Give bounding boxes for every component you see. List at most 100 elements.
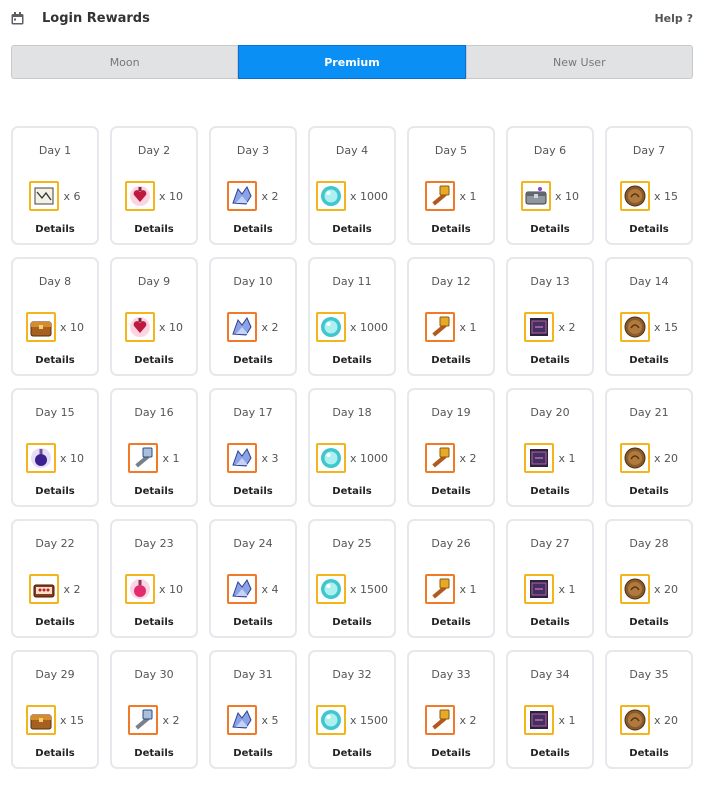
- item-frame[interactable]: [315, 574, 346, 604]
- item-frame[interactable]: [227, 181, 258, 211]
- reward-card: Day 14 x 15 Details: [605, 257, 693, 376]
- details-link[interactable]: Details: [508, 355, 592, 366]
- item-frame[interactable]: [619, 312, 650, 342]
- day-label: Day 29: [35, 668, 75, 681]
- tab-new-user[interactable]: New User: [465, 45, 693, 79]
- details-link[interactable]: Details: [211, 486, 295, 497]
- details-link[interactable]: Details: [211, 224, 295, 235]
- cyan-orb-icon: [320, 317, 341, 337]
- item-frame[interactable]: [128, 705, 159, 735]
- item-frame[interactable]: [315, 181, 346, 211]
- item-frame[interactable]: [619, 181, 650, 211]
- reward-item: x 5: [211, 705, 295, 735]
- details-link[interactable]: Details: [409, 486, 493, 497]
- item-frame[interactable]: [425, 312, 456, 342]
- item-frame[interactable]: [227, 312, 258, 342]
- details-link[interactable]: Details: [13, 748, 97, 759]
- details-link[interactable]: Details: [607, 617, 691, 628]
- reward-quantity: x 1: [459, 189, 477, 203]
- item-frame[interactable]: [315, 443, 346, 473]
- item-frame[interactable]: [619, 443, 650, 473]
- details-link[interactable]: Details: [13, 355, 97, 366]
- item-frame[interactable]: [124, 181, 155, 211]
- item-frame[interactable]: [524, 443, 555, 473]
- details-link[interactable]: Details: [13, 224, 97, 235]
- item-frame[interactable]: [315, 705, 346, 735]
- details-link[interactable]: Details: [211, 748, 295, 759]
- details-link[interactable]: Details: [211, 355, 295, 366]
- item-frame[interactable]: [425, 705, 456, 735]
- treasure-chest-icon: [30, 714, 52, 730]
- item-frame[interactable]: [315, 312, 346, 342]
- details-link[interactable]: Details: [607, 486, 691, 497]
- reward-quantity: x 20: [653, 582, 678, 596]
- details-link[interactable]: Details: [409, 355, 493, 366]
- item-frame[interactable]: [25, 312, 56, 342]
- item-frame[interactable]: [25, 443, 56, 473]
- tab-moon[interactable]: Moon: [11, 45, 239, 79]
- day-label: Day 6: [533, 144, 567, 157]
- item-frame[interactable]: [128, 443, 159, 473]
- details-link[interactable]: Details: [409, 224, 493, 235]
- item-frame[interactable]: [520, 181, 551, 211]
- details-link[interactable]: Details: [112, 748, 196, 759]
- details-link[interactable]: Details: [112, 224, 196, 235]
- item-frame[interactable]: [227, 705, 258, 735]
- details-link[interactable]: Details: [607, 224, 691, 235]
- details-link[interactable]: Details: [508, 748, 592, 759]
- reward-card: Day 6 x 10 Details: [506, 126, 594, 245]
- reward-item: x 3: [211, 443, 295, 473]
- day-label: Day 20: [530, 406, 570, 419]
- item-frame[interactable]: [524, 705, 555, 735]
- tab-premium[interactable]: Premium: [238, 45, 466, 79]
- details-link[interactable]: Details: [310, 224, 394, 235]
- item-frame[interactable]: [425, 443, 456, 473]
- details-link[interactable]: Details: [607, 748, 691, 759]
- item-frame[interactable]: [124, 574, 155, 604]
- dark-scroll-icon: [530, 318, 549, 336]
- details-link[interactable]: Details: [310, 486, 394, 497]
- reward-item: x 1000: [310, 443, 394, 473]
- details-link[interactable]: Details: [508, 486, 592, 497]
- details-link[interactable]: Details: [112, 486, 196, 497]
- reward-card: Day 21 x 20 Details: [605, 388, 693, 507]
- day-label: Day 5: [434, 144, 468, 157]
- details-link[interactable]: Details: [409, 617, 493, 628]
- item-frame[interactable]: [619, 574, 650, 604]
- item-frame[interactable]: [425, 574, 456, 604]
- details-link[interactable]: Details: [508, 617, 592, 628]
- help-link[interactable]: Help ?: [654, 12, 693, 25]
- reward-card: Day 3 x 2 Details: [209, 126, 297, 245]
- reward-card: Day 8 x 10 Details: [11, 257, 99, 376]
- cyan-orb-icon: [320, 579, 341, 599]
- details-link[interactable]: Details: [13, 617, 97, 628]
- item-frame[interactable]: [524, 312, 555, 342]
- item-frame[interactable]: [29, 574, 60, 604]
- details-link[interactable]: Details: [310, 355, 394, 366]
- item-frame[interactable]: [619, 705, 650, 735]
- reward-card: Day 19 x 2 Details: [407, 388, 495, 507]
- item-frame[interactable]: [124, 312, 155, 342]
- details-link[interactable]: Details: [112, 355, 196, 366]
- details-link[interactable]: Details: [607, 355, 691, 366]
- item-frame[interactable]: [227, 574, 258, 604]
- details-link[interactable]: Details: [310, 748, 394, 759]
- reward-quantity: x 15: [59, 713, 84, 727]
- details-link[interactable]: Details: [211, 617, 295, 628]
- item-frame[interactable]: [25, 705, 56, 735]
- item-frame[interactable]: [524, 574, 555, 604]
- item-frame[interactable]: [29, 181, 60, 211]
- details-link[interactable]: Details: [409, 748, 493, 759]
- details-link[interactable]: Details: [112, 617, 196, 628]
- details-link[interactable]: Details: [508, 224, 592, 235]
- reward-quantity: x 1: [459, 320, 477, 334]
- details-link[interactable]: Details: [13, 486, 97, 497]
- reward-card: Day 11 x 1000 Details: [308, 257, 396, 376]
- reward-card: Day 32 x 1500 Details: [308, 650, 396, 769]
- reward-quantity: x 10: [59, 320, 84, 334]
- reward-quantity: x 5: [261, 713, 279, 727]
- item-frame[interactable]: [425, 181, 456, 211]
- item-frame[interactable]: [227, 443, 258, 473]
- details-link[interactable]: Details: [310, 617, 394, 628]
- gold-hammer-icon: [432, 316, 450, 337]
